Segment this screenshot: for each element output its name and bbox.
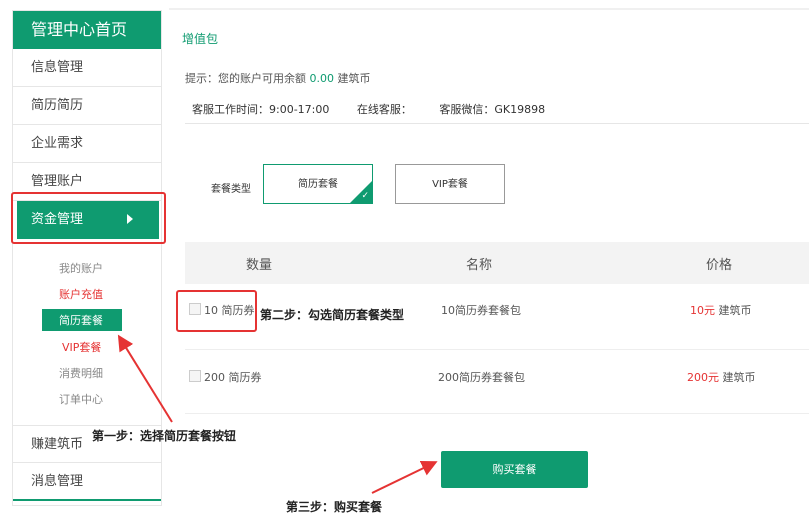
arrow-step3 <box>371 461 438 494</box>
arrow-step1 <box>117 334 173 423</box>
annotation-arrows <box>117 334 438 494</box>
